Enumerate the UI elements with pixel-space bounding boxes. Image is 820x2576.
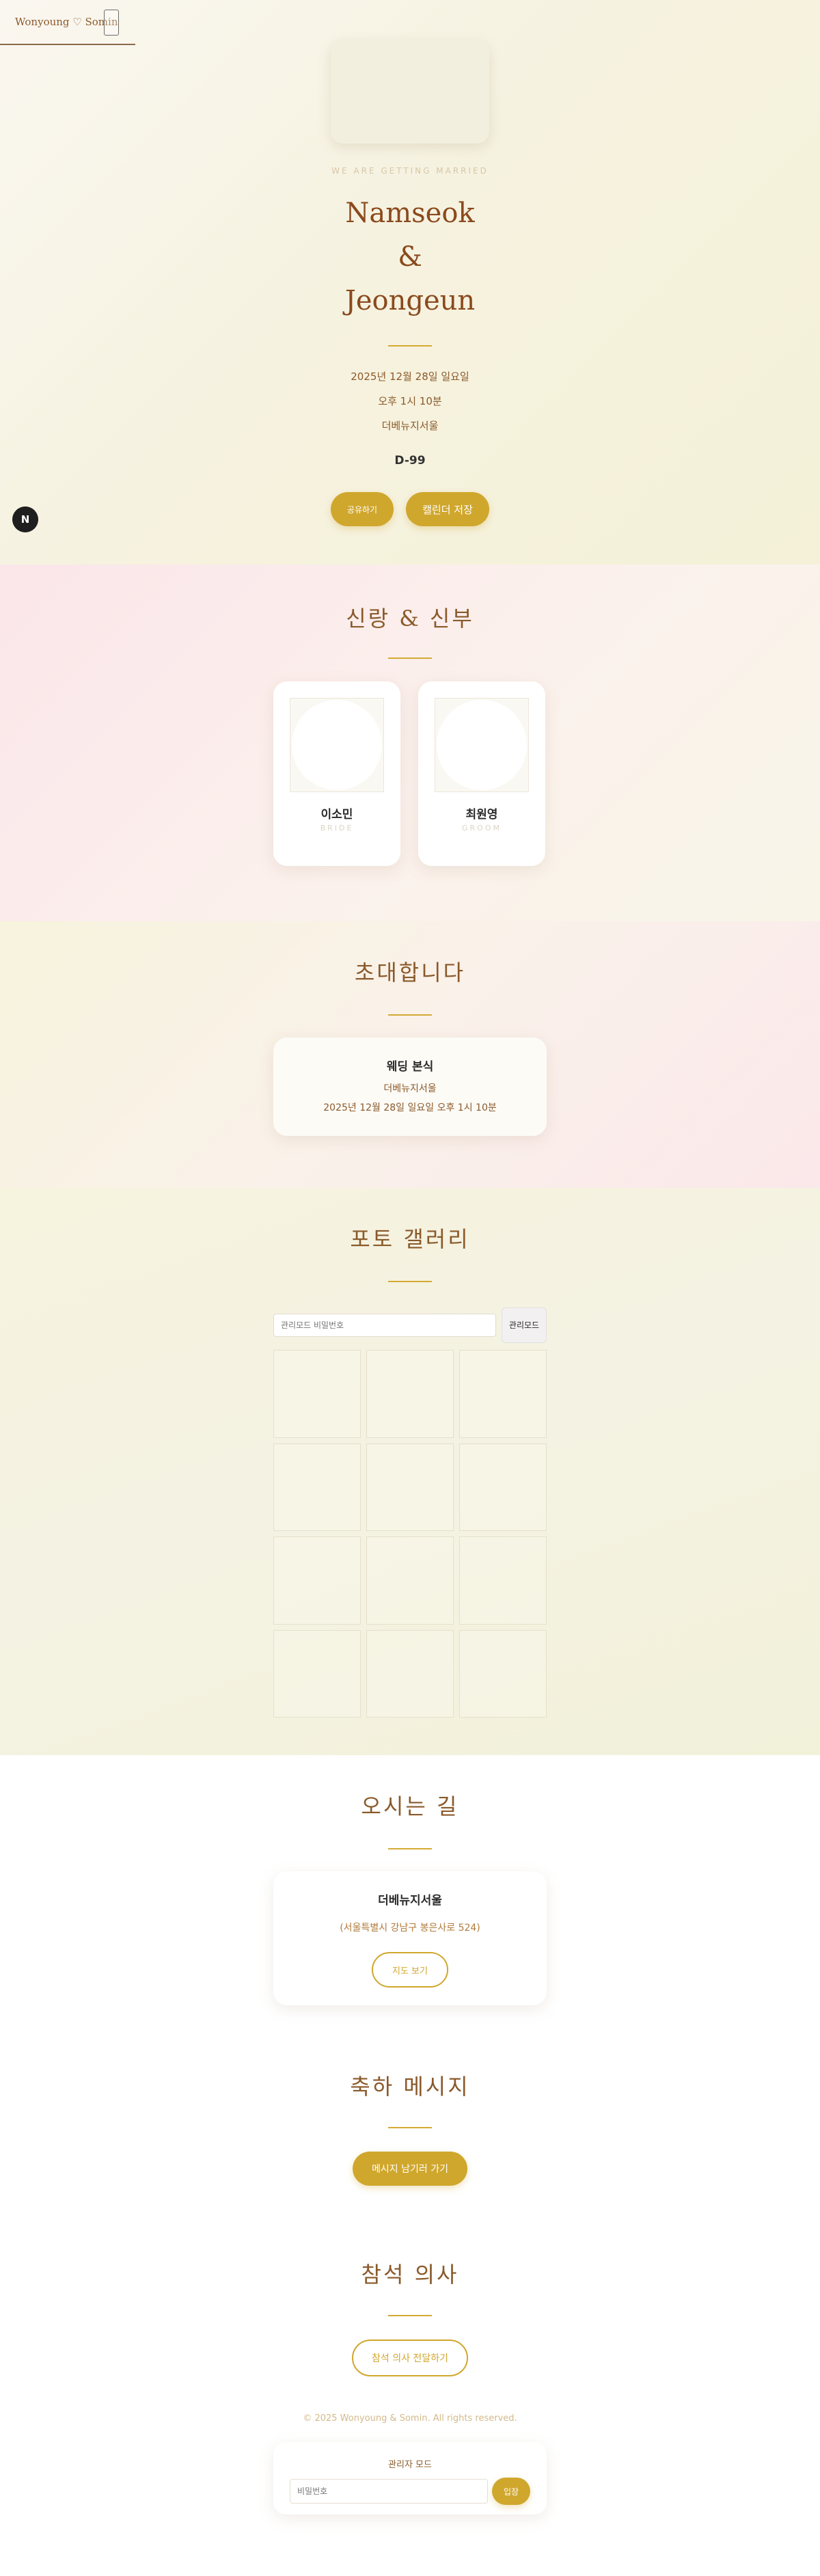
- bride-name: 이소민: [320, 808, 353, 822]
- hero-names: Namseok & Jeongeun: [0, 191, 820, 323]
- save-calendar-button[interactable]: 캘린더 저장: [406, 492, 489, 526]
- invite-section: 초대합니다 웨딩 본식 더베뉴지서울 2025년 12월 28일 일요일 오후 …: [0, 921, 820, 1188]
- photo-slot[interactable]: [459, 1350, 547, 1438]
- admin-panel: 관리자 모드 입장: [273, 2442, 547, 2514]
- bride-role: BRIDE: [320, 824, 354, 832]
- photo-slot[interactable]: [366, 1536, 454, 1625]
- directions-divider: [388, 1848, 432, 1849]
- groom-photo: [435, 698, 529, 792]
- messages-divider: [388, 2127, 432, 2128]
- photo-slot[interactable]: [366, 1443, 454, 1531]
- rsvp-title: 참석 의사: [361, 2262, 459, 2288]
- brand-logo[interactable]: Wonyoung ♡ Somin: [15, 16, 118, 28]
- gallery-title: 포토 갤러리: [350, 1226, 470, 1252]
- wedding-date: 2025년 12월 28일 일요일: [351, 370, 469, 383]
- wedding-time: 오후 1시 10분: [378, 395, 442, 407]
- directions-card: 더베뉴지서울 (서울특별시 강남구 봉은사로 524) 지도 보기: [273, 1871, 547, 2005]
- hero-divider: [388, 345, 432, 347]
- invite-card: 웨딩 본식 더베뉴지서울 2025년 12월 28일 일요일 오후 1시 10분: [273, 1038, 547, 1136]
- view-map-button[interactable]: 지도 보기: [372, 1952, 448, 1988]
- name-first: Namseok: [345, 198, 475, 229]
- couple-divider: [388, 657, 432, 659]
- photo-grid: [273, 1350, 547, 1718]
- invite-card-title: 웨딩 본식: [386, 1060, 434, 1074]
- photo-slot[interactable]: [459, 1443, 547, 1531]
- directions-section: 오시는 길 더베뉴지서울 (서울특별시 강남구 봉은사로 524) 지도 보기: [0, 1755, 820, 2029]
- bride-photo: [290, 698, 384, 792]
- groom-name: 최원영: [465, 808, 498, 822]
- rsvp-divider: [388, 2315, 432, 2316]
- messages-section: 축하 메시지 메시지 남기러 가기: [0, 2029, 820, 2216]
- photo-slot[interactable]: [273, 1443, 361, 1531]
- admin-login-button[interactable]: 입장: [492, 2478, 530, 2505]
- rsvp-section: 참석 의사 참석 의사 전달하기 © 2025 Wonyoung & Somin…: [0, 2216, 820, 2517]
- admin-password-input[interactable]: [290, 2479, 488, 2504]
- gallery-section: 포토 갤러리 관리모드: [0, 1188, 820, 1755]
- share-button[interactable]: 공유하기: [331, 492, 394, 526]
- messages-title: 축하 메시지: [350, 2074, 470, 2100]
- invite-title: 초대합니다: [354, 960, 466, 986]
- photo-slot[interactable]: [459, 1629, 547, 1718]
- name-second: Jeongeun: [344, 285, 476, 316]
- couple-section: 신랑 & 신부 이소민 BRIDE 최원영 GROOM: [0, 565, 820, 921]
- groom-card: 최원영 GROOM: [418, 681, 545, 866]
- invite-card-datetime: 2025년 12월 28일 일요일 오후 1시 10분: [323, 1102, 497, 1113]
- photo-slot[interactable]: [273, 1536, 361, 1625]
- top-nav: Wonyoung ♡ Somin: [0, 0, 135, 45]
- gallery-admin-button[interactable]: 관리모드: [502, 1307, 547, 1343]
- photo-slot[interactable]: [273, 1629, 361, 1718]
- directions-address: (서울특별시 강남구 봉은사로 524): [340, 1923, 480, 1934]
- hero-tagline: WE ARE GETTING MARRIED: [331, 166, 489, 176]
- admin-panel-title: 관리자 모드: [388, 2460, 432, 2470]
- bride-card: 이소민 BRIDE: [273, 681, 400, 866]
- invite-card-venue: 더베뉴지서울: [383, 1083, 437, 1094]
- hero-section: WE ARE GETTING MARRIED Namseok & Jeongeu…: [0, 0, 820, 565]
- photo-slot[interactable]: [366, 1629, 454, 1718]
- hero-photo: [331, 40, 489, 144]
- wedding-venue: 더베뉴지서울: [381, 420, 439, 432]
- footer-copyright: © 2025 Wonyoung & Somin. All rights rese…: [303, 2413, 517, 2424]
- invite-divider: [388, 1014, 432, 1016]
- photo-slot[interactable]: [366, 1350, 454, 1438]
- floating-n-button[interactable]: N: [12, 506, 38, 532]
- leave-message-button[interactable]: 메시지 남기러 가기: [353, 2152, 467, 2186]
- directions-venue: 더베뉴지서울: [378, 1894, 442, 1908]
- photo-slot[interactable]: [459, 1536, 547, 1625]
- gallery-password-input[interactable]: [273, 1314, 496, 1337]
- name-ampersand: &: [398, 241, 422, 273]
- hero-actions: 공유하기 캘린더 저장: [0, 492, 820, 526]
- groom-role: GROOM: [462, 824, 502, 832]
- menu-toggle-button[interactable]: [104, 10, 119, 36]
- photo-slot[interactable]: [273, 1350, 361, 1438]
- dday-counter: D-99: [394, 454, 426, 467]
- directions-title: 오시는 길: [361, 1793, 459, 1819]
- couple-title: 신랑 & 신부: [346, 606, 474, 632]
- rsvp-button[interactable]: 참석 의사 전달하기: [352, 2340, 468, 2376]
- gallery-divider: [388, 1281, 432, 1282]
